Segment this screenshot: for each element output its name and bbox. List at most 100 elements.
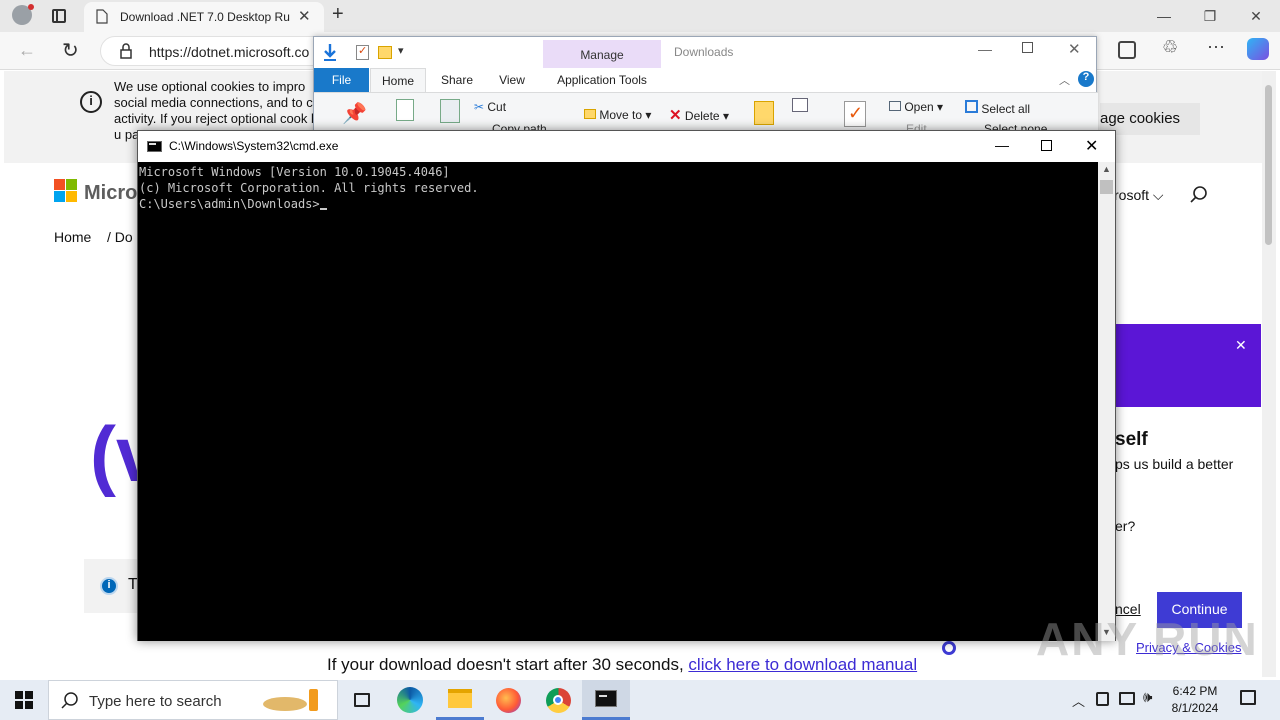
open-button[interactable]: Open ▾	[889, 100, 943, 114]
task-view-button[interactable]	[338, 680, 386, 720]
cmd-scrollbar[interactable]: ▲ ▼	[1098, 162, 1115, 641]
taskbar-file-explorer[interactable]	[436, 680, 484, 720]
close-button[interactable]: ✕	[1233, 0, 1279, 32]
collections-icon[interactable]	[1118, 41, 1136, 59]
breadcrumb-current[interactable]: / Do	[107, 229, 133, 245]
scroll-up-icon[interactable]: ▲	[1102, 164, 1111, 174]
firefox-icon	[495, 687, 521, 713]
back-icon[interactable]: ←	[18, 40, 36, 61]
move-to-button[interactable]: Move to ▾	[584, 108, 651, 122]
cmd-close-button[interactable]: ✕	[1085, 136, 1098, 156]
taskbar: Type here to search ︿ 🕪 6:42 PM 8/1/2024	[0, 680, 1280, 720]
properties-icon[interactable]: ✓	[844, 101, 866, 127]
task-view-icon	[354, 693, 370, 707]
properties-quick-icon[interactable]: ✓	[356, 45, 369, 60]
cmd-console[interactable]: Microsoft Windows [Version 10.0.19045.40…	[138, 162, 1098, 641]
cmd-minimize-button[interactable]: —	[995, 137, 1009, 153]
paste-icon[interactable]	[440, 99, 460, 123]
survey-question: er?	[1115, 518, 1136, 534]
logo-square-red	[54, 179, 65, 190]
survey-close-icon[interactable]: ✕	[1235, 337, 1247, 354]
browser-tab-active[interactable]: Download .NET 7.0 Desktop Runt ✕	[84, 2, 324, 32]
logo-square-green	[66, 179, 77, 190]
extensions-icon[interactable]: ♲	[1162, 37, 1178, 58]
download-arrow-icon[interactable]	[322, 43, 338, 61]
help-icon[interactable]: ?	[1078, 71, 1094, 87]
explorer-maximize-button[interactable]	[1022, 42, 1033, 53]
cmd-titlebar[interactable]: C:\Windows\System32\cmd.exe — ✕	[138, 131, 1115, 162]
logo-square-yellow	[66, 191, 77, 202]
download-manual-link[interactable]: click here to download manual	[688, 655, 917, 674]
search-icon[interactable]	[1190, 186, 1208, 204]
new-item-icon[interactable]	[792, 98, 808, 112]
tab-home[interactable]: Home	[370, 68, 426, 92]
taskbar-edge[interactable]	[386, 680, 434, 720]
clock-date: 8/1/2024	[1171, 701, 1219, 715]
tab-application-tools[interactable]: Application Tools	[543, 68, 661, 92]
browser-tab-bar: Download .NET 7.0 Desktop Runt ✕ + — ❐ ✕	[0, 0, 1280, 32]
open-icon	[889, 101, 901, 111]
address-bar[interactable]: https://dotnet.microsoft.co	[100, 36, 340, 66]
notification-dot	[28, 4, 34, 10]
minimize-button[interactable]: —	[1141, 0, 1187, 32]
explorer-minimize-button[interactable]: —	[978, 41, 992, 57]
explorer-close-button[interactable]: ✕	[1068, 40, 1081, 58]
scissors-icon: ✂	[474, 100, 488, 114]
chrome-icon	[545, 687, 571, 713]
info-icon: i	[80, 91, 102, 113]
refresh-icon[interactable]: ↻	[62, 38, 79, 63]
pin-icon[interactable]: 📌	[342, 101, 367, 126]
copilot-icon[interactable]	[1247, 38, 1269, 60]
usb-icon[interactable]	[1096, 692, 1109, 706]
network-icon[interactable]	[1119, 692, 1135, 705]
tab-share[interactable]: Share	[432, 68, 482, 92]
manage-context-tab[interactable]: Manage	[543, 40, 661, 68]
tab-close-icon[interactable]: ✕	[298, 7, 311, 25]
cmd-taskbar-icon-prompt	[599, 695, 607, 697]
collapse-ribbon-icon[interactable]: ︿	[1059, 72, 1070, 88]
cmd-app-icon	[147, 141, 162, 152]
cut-label: Cut	[487, 100, 507, 114]
start-button[interactable]	[0, 680, 48, 720]
clock[interactable]: 6:42 PM 8/1/2024	[1160, 683, 1230, 717]
console-prompt: C:\Users\admin\Downloads>	[139, 197, 320, 211]
copy-icon[interactable]	[396, 99, 414, 121]
tab-actions-icon[interactable]	[52, 9, 66, 23]
show-hidden-icons[interactable]: ︿	[1072, 691, 1085, 710]
notifications-icon[interactable]	[1240, 690, 1256, 705]
delete-button[interactable]: ✕ Delete ▾	[669, 106, 729, 124]
cmd-scroll-thumb[interactable]	[1100, 180, 1113, 194]
taskbar-cmd[interactable]	[582, 680, 630, 720]
new-folder-icon[interactable]	[754, 101, 774, 125]
info-circle-icon: i	[100, 577, 118, 595]
volume-icon[interactable]: 🕪	[1143, 689, 1152, 706]
new-tab-button[interactable]: +	[332, 3, 344, 26]
lock-icon	[120, 43, 132, 59]
quick-access-dropdown-icon[interactable]: ▾	[398, 44, 404, 57]
breadcrumb-home[interactable]: Home	[54, 229, 91, 245]
clock-time: 6:42 PM	[1172, 684, 1218, 698]
console-line: (c) Microsoft Corporation. All rights re…	[139, 181, 479, 195]
download-message-text: If your download doesn't start after 30 …	[327, 655, 684, 674]
tab-view[interactable]: View	[490, 68, 534, 92]
sunscreen-shape	[309, 689, 318, 711]
taskbar-search-box[interactable]: Type here to search	[48, 680, 338, 720]
restore-button[interactable]: ❐	[1187, 0, 1233, 32]
more-options-icon[interactable]: ···	[1207, 36, 1225, 57]
tab-file[interactable]: File	[314, 68, 369, 92]
new-folder-quick-icon[interactable]	[378, 46, 392, 59]
survey-title: self	[1115, 429, 1148, 450]
taskbar-firefox[interactable]	[484, 680, 532, 720]
cmd-taskbar-icon	[595, 690, 617, 707]
cut-button[interactable]: ✂ Cut	[474, 100, 506, 114]
download-message: If your download doesn't start after 30 …	[327, 655, 917, 675]
cmd-maximize-button[interactable]	[1041, 140, 1052, 151]
survey-brand-icon	[942, 641, 956, 655]
select-all-button[interactable]: Select all	[965, 100, 1030, 116]
taskbar-chrome[interactable]	[534, 680, 582, 720]
profile-avatar[interactable]	[12, 4, 34, 25]
cmd-app-icon-prompt	[149, 143, 156, 145]
console-prompt-line: C:\Users\admin\Downloads>	[139, 196, 1098, 212]
page-scrollbar-thumb[interactable]	[1265, 85, 1272, 245]
all-microsoft-menu[interactable]: rosoft ⌵	[1114, 187, 1164, 204]
